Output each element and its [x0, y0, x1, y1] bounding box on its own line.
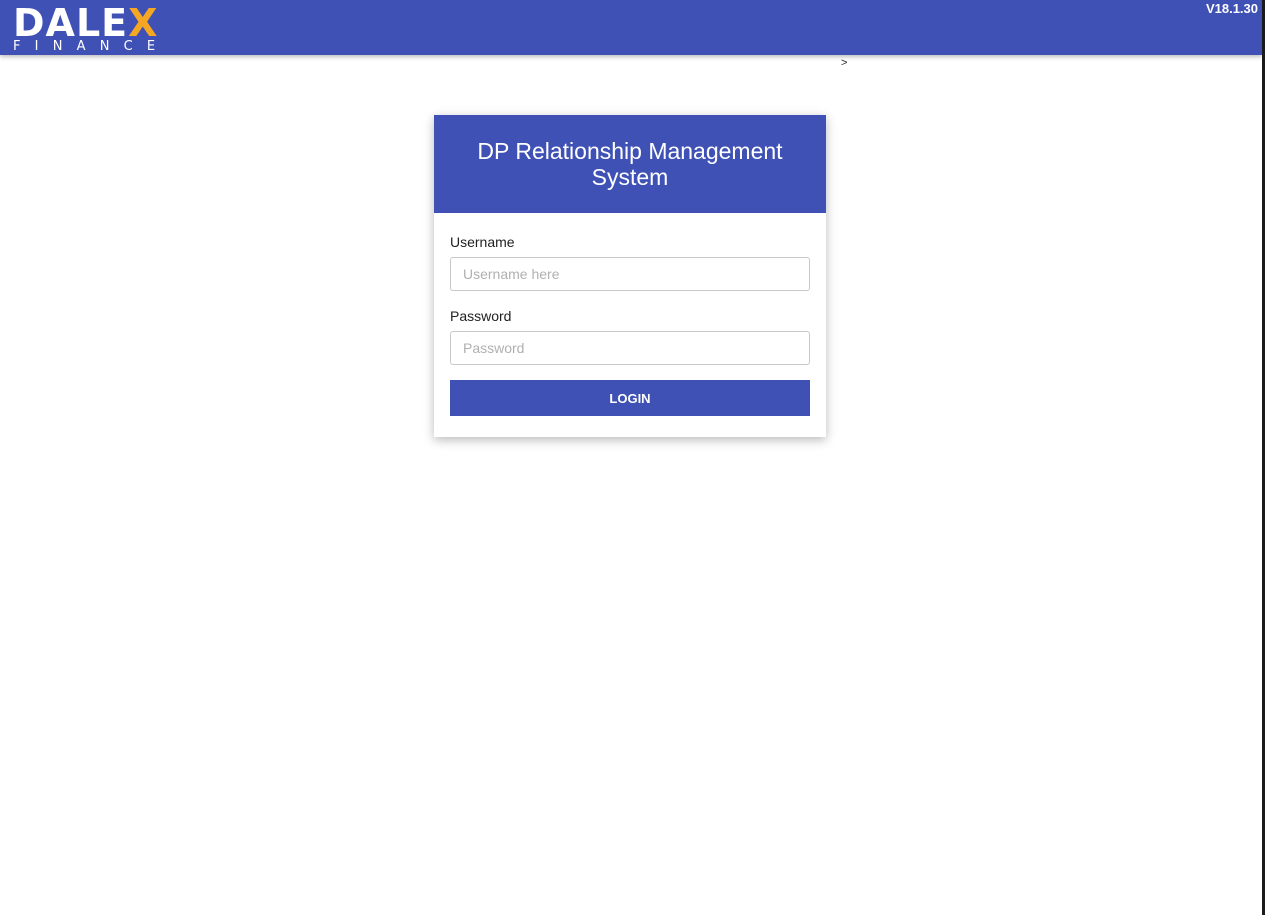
password-input[interactable]	[450, 331, 810, 365]
logo-subtitle: FINANCE	[13, 39, 170, 54]
version-label: V18.1.30	[1205, 1, 1258, 16]
login-card: DP Relationship Management System Userna…	[434, 115, 826, 437]
breadcrumb-separator: >	[841, 57, 848, 69]
login-form: Username Password LOGIN	[434, 233, 826, 416]
login-button[interactable]: LOGIN	[450, 380, 810, 416]
login-title: DP Relationship Management System	[477, 138, 783, 190]
logo-wordmark: DALEX	[13, 4, 158, 42]
password-label: Password	[450, 308, 512, 324]
username-label: Username	[450, 234, 515, 250]
dalex-finance-logo[interactable]: DALEX FINANCE	[13, 4, 183, 54]
page: DALEX FINANCE V18.1.30 > DP Relationship…	[0, 0, 1265, 915]
top-app-bar: DALEX FINANCE V18.1.30	[0, 0, 1262, 55]
login-card-header: DP Relationship Management System	[434, 115, 826, 213]
username-input[interactable]	[450, 257, 810, 291]
